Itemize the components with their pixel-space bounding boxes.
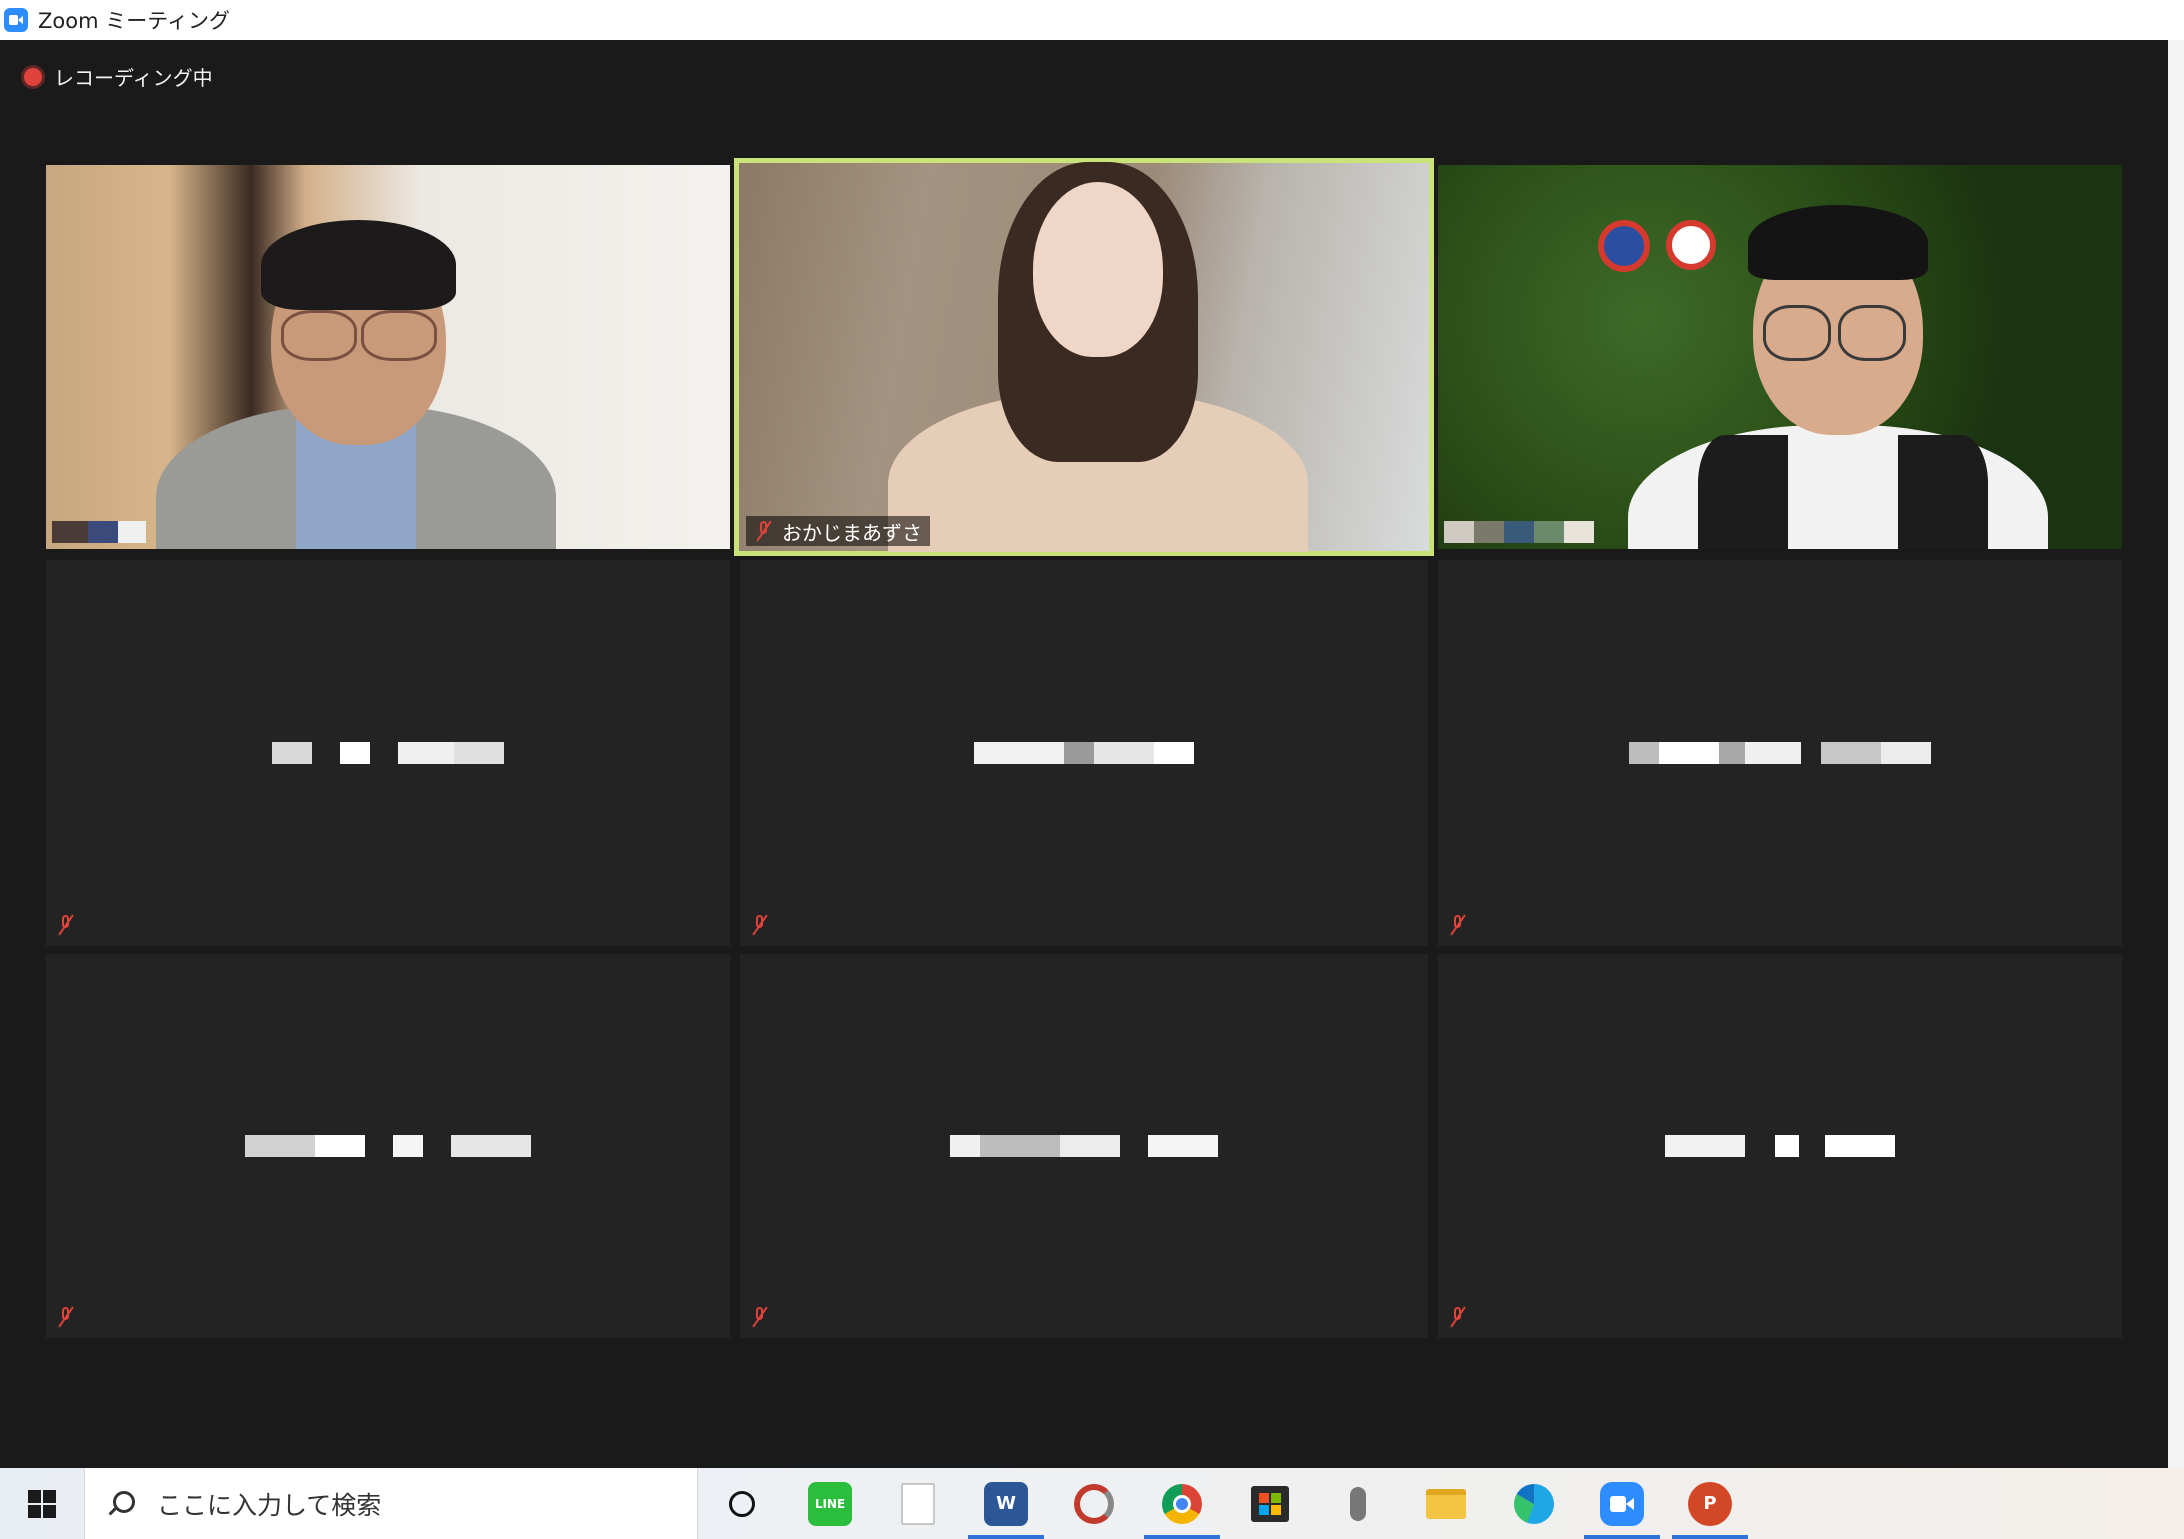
participant-name-redacted	[245, 1135, 531, 1157]
taskbar-pdf-tool[interactable]	[1050, 1468, 1138, 1539]
participant-tile-8[interactable]	[740, 954, 1428, 1338]
taskbar-store[interactable]	[1226, 1468, 1314, 1539]
window-title: Zoom ミーティング	[38, 9, 230, 33]
participant-tile-3[interactable]	[1438, 165, 2122, 549]
participant-name-redacted	[272, 742, 504, 764]
participant-name-redacted	[1665, 1135, 1895, 1157]
muted-mic-icon	[1448, 914, 1468, 936]
speed-limit-sign	[1666, 220, 1716, 270]
file-icon	[901, 1482, 935, 1525]
powerpoint-icon: P	[1688, 1481, 1732, 1526]
participant-name-tag-2: おかじまあずさ	[746, 516, 930, 546]
participant-name-redacted	[974, 742, 1194, 764]
windows-taskbar: ここに入力して検索 LINE W P	[0, 1468, 2184, 1539]
participant-tile-7[interactable]	[46, 954, 730, 1338]
word-icon: W	[984, 1481, 1028, 1526]
line-icon: LINE	[808, 1481, 852, 1526]
taskbar-line[interactable]: LINE	[786, 1468, 874, 1539]
participant-tile-2[interactable]: おかじまあずさ	[734, 158, 1434, 556]
taskbar-zoom[interactable]	[1578, 1468, 1666, 1539]
pdf-tool-icon	[1074, 1483, 1114, 1524]
meeting-area: レコーディング中 おかじまあずさ	[0, 40, 2168, 1468]
search-icon	[105, 1489, 135, 1519]
recording-label: レコーディング中	[54, 66, 213, 90]
no-parking-sign	[1598, 220, 1650, 272]
chrome-icon	[1162, 1483, 1202, 1524]
muted-mic-icon	[750, 914, 770, 936]
edge-icon	[1514, 1483, 1554, 1524]
taskbar-search-box[interactable]: ここに入力して検索	[84, 1468, 698, 1539]
participant-name-redacted	[950, 1135, 1218, 1157]
muted-mic-icon	[754, 520, 774, 542]
participant-name-tag-3	[1444, 521, 1594, 543]
participant-tile-1[interactable]	[46, 165, 730, 549]
participant-tile-6[interactable]	[1438, 560, 2122, 946]
taskbar-file-explorer[interactable]	[1402, 1468, 1490, 1539]
task-view-icon	[729, 1490, 755, 1517]
start-button[interactable]	[0, 1468, 84, 1539]
taskbar-chrome[interactable]	[1138, 1468, 1226, 1539]
windows-logo-icon	[28, 1489, 56, 1518]
recording-dot-icon	[24, 67, 42, 86]
taskbar-edge[interactable]	[1490, 1468, 1578, 1539]
muted-mic-icon	[750, 1306, 770, 1328]
search-placeholder: ここに入力して検索	[157, 1490, 382, 1520]
task-view-button[interactable]	[698, 1468, 786, 1539]
taskbar-powerpoint[interactable]: P	[1666, 1468, 1754, 1539]
zoom-icon	[1600, 1481, 1644, 1526]
taskbar-file[interactable]	[874, 1468, 962, 1539]
window-edge	[2168, 40, 2184, 1468]
taskbar-voice-recorder[interactable]	[1314, 1468, 1402, 1539]
participant-tile-9[interactable]	[1438, 954, 2122, 1338]
participant-tile-4[interactable]	[46, 560, 730, 946]
muted-mic-icon	[1448, 1306, 1468, 1328]
participant-name-tag-1	[52, 521, 146, 543]
participant-name: おかじまあずさ	[782, 520, 922, 545]
recording-indicator[interactable]: レコーディング中	[24, 62, 213, 91]
window-title-bar: Zoom ミーティング	[0, 0, 2184, 40]
voice-recorder-icon	[1350, 1486, 1366, 1521]
participant-name-redacted	[1629, 742, 1931, 764]
taskbar-word[interactable]: W	[962, 1468, 1050, 1539]
muted-mic-icon	[56, 914, 76, 936]
muted-mic-icon	[56, 1306, 76, 1328]
file-explorer-icon	[1426, 1488, 1466, 1519]
participant-tile-5[interactable]	[740, 560, 1428, 946]
store-icon	[1251, 1485, 1289, 1522]
zoom-app-icon	[4, 8, 28, 32]
